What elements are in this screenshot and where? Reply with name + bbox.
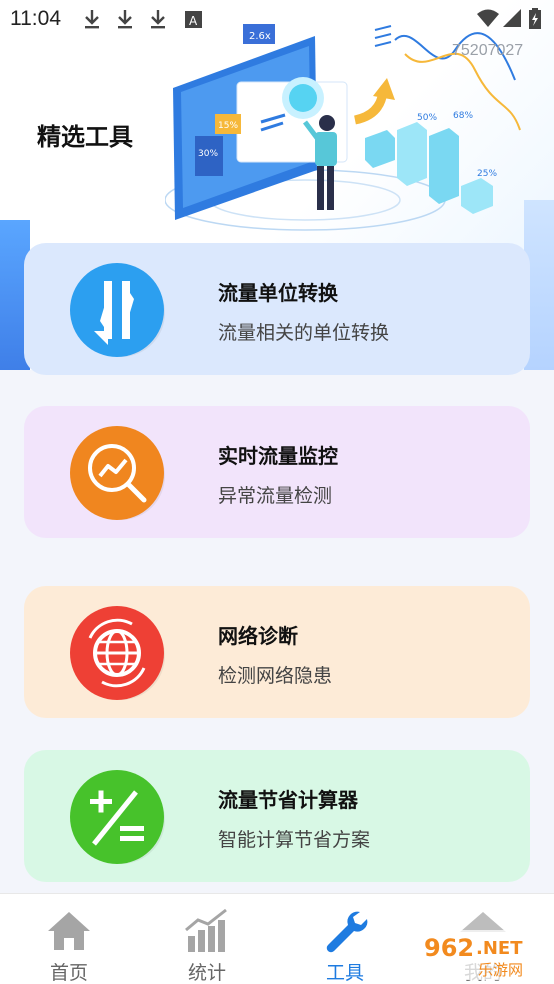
download-icon: [85, 10, 99, 29]
nav-item-tools[interactable]: 工具: [276, 894, 414, 984]
watermark-logo: 962 .NET 乐游网: [418, 930, 550, 980]
page-title: 精选工具: [37, 123, 133, 151]
home-icon: [48, 912, 90, 950]
signal-icon: [503, 9, 521, 27]
status-time: 11:04: [10, 7, 61, 30]
nav-item-stats[interactable]: 统计: [138, 894, 276, 984]
card-desc: 流量相关的单位转换: [218, 322, 390, 344]
svg-text:乐游网: 乐游网: [478, 961, 523, 979]
swap-arrows-icon: [70, 263, 165, 357]
tool-card-calculator[interactable]: 流量节省计算器 智能计算节省方案: [24, 750, 530, 882]
font-icon: A: [185, 11, 202, 28]
card-desc: 检测网络隐患: [218, 665, 333, 687]
svg-text:68%: 68%: [453, 111, 473, 121]
card-desc: 智能计算节省方案: [218, 829, 371, 851]
svg-text:30%: 30%: [198, 149, 218, 159]
download-icon: [118, 10, 132, 29]
header-code: 75207027: [452, 42, 524, 59]
nav-label: 统计: [187, 962, 226, 984]
globe-icon: [70, 606, 165, 700]
card-title: 流量节省计算器: [218, 788, 358, 812]
stats-icon: [185, 908, 227, 952]
card-title: 实时流量监控: [218, 444, 338, 468]
nav-item-home[interactable]: 首页: [0, 894, 138, 984]
svg-text:A: A: [189, 14, 198, 28]
download-icon: [151, 10, 165, 29]
svg-text:25%: 25%: [477, 169, 497, 179]
card-title: 网络诊断: [218, 624, 298, 648]
svg-text:.NET: .NET: [476, 938, 523, 959]
calculator-icon: [70, 770, 165, 864]
card-title: 流量单位转换: [218, 281, 338, 305]
svg-text:962: 962: [424, 934, 474, 962]
status-bar: 11:04 A: [0, 0, 554, 40]
wrench-icon: [326, 911, 368, 953]
tool-card-unit-convert[interactable]: 流量单位转换 流量相关的单位转换: [24, 243, 530, 375]
tool-card-diagnose[interactable]: 网络诊断 检测网络隐患: [24, 586, 530, 718]
search-chart-icon: [70, 426, 165, 520]
tool-card-monitor[interactable]: 实时流量监控 异常流量检测: [24, 406, 530, 538]
card-desc: 异常流量检测: [218, 485, 333, 507]
svg-text:50%: 50%: [417, 113, 437, 123]
svg-text:15%: 15%: [218, 121, 238, 131]
battery-icon: [529, 8, 541, 29]
nav-label: 首页: [49, 962, 88, 984]
nav-label: 工具: [325, 962, 364, 984]
wifi-icon: [477, 9, 499, 27]
